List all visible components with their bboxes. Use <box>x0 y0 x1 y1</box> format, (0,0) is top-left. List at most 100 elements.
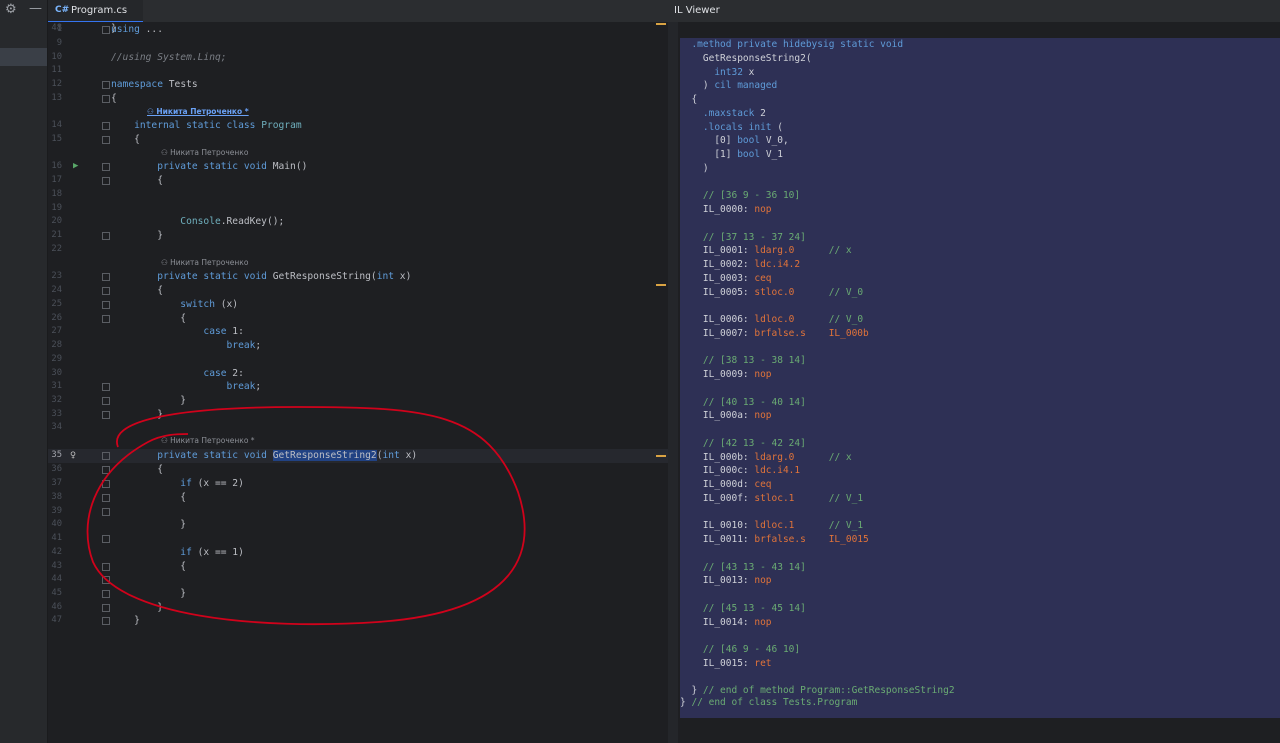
il-line: { <box>680 94 698 105</box>
author-hint[interactable]: ⚇ Никита Петроченко * <box>147 107 249 116</box>
fold-marker-icon[interactable] <box>102 122 110 130</box>
code-line-24[interactable]: 24 { <box>48 284 668 298</box>
fold-marker-icon[interactable] <box>102 494 110 502</box>
code-line-38[interactable]: 38 { <box>48 491 668 505</box>
il-viewer-panel[interactable]: .method private hidebysig static void Ge… <box>668 22 1280 743</box>
il-line: IL_0011: brfalse.s IL_0015 <box>680 534 869 545</box>
code-line-43[interactable]: 43 { <box>48 560 668 574</box>
code-line-33[interactable]: 33 } <box>48 408 668 422</box>
code-line-26[interactable]: 26 { <box>48 312 668 326</box>
warning-marker[interactable] <box>656 23 666 25</box>
code-text: if (x == 2) <box>111 478 244 489</box>
code-line-27[interactable]: 27 case 1: <box>48 325 668 339</box>
code-line-42[interactable]: 42 if (x == 1) <box>48 546 668 560</box>
fold-marker-icon[interactable] <box>102 604 110 612</box>
fold-marker-icon[interactable] <box>102 136 110 144</box>
fold-marker-icon[interactable] <box>102 287 110 295</box>
code-line-23[interactable]: 23 private static void GetResponseString… <box>48 270 668 284</box>
run-icon[interactable]: ▶ <box>73 160 78 174</box>
fold-marker-icon[interactable] <box>102 452 110 460</box>
code-line-22[interactable]: 22 <box>48 243 668 257</box>
code-line-31[interactable]: 31 break; <box>48 380 668 394</box>
code-line-44[interactable]: 44 <box>48 573 668 587</box>
code-line-21[interactable]: 21 } <box>48 229 668 243</box>
gear-icon[interactable]: ⚙ <box>5 2 17 17</box>
line-number: 36 <box>51 464 62 474</box>
code-line-30[interactable]: 30 case 2: <box>48 367 668 381</box>
fold-marker-icon[interactable] <box>102 466 110 474</box>
lightbulb-icon[interactable]: ♀ <box>70 449 76 463</box>
code-line-29[interactable]: 29 <box>48 353 668 367</box>
author-hint[interactable]: ⚇ Никита Петроченко * <box>161 436 255 445</box>
code-line-19[interactable]: 19 <box>48 202 668 216</box>
code-line-15[interactable]: 15 { <box>48 133 668 147</box>
code-line-20[interactable]: 20 Console.ReadKey(); <box>48 215 668 229</box>
line-number: 15 <box>51 134 62 144</box>
fold-marker-icon[interactable] <box>102 411 110 419</box>
code-line-41[interactable]: 41 <box>48 532 668 546</box>
author-hint[interactable]: ⚇ Никита Петроченко <box>161 258 248 267</box>
code-line-40[interactable]: 40 } <box>48 518 668 532</box>
fold-marker-icon[interactable] <box>102 383 110 391</box>
fold-marker-icon[interactable] <box>102 163 110 171</box>
code-line-10[interactable]: 10 //using System.Linq; <box>48 51 668 65</box>
code-text: Console.ReadKey(); <box>111 216 285 227</box>
warning-marker[interactable] <box>656 284 666 286</box>
line-number: 42 <box>51 547 62 557</box>
fold-marker-icon[interactable] <box>102 576 110 584</box>
code-line-39[interactable]: 39 <box>48 505 668 519</box>
il-line: // [37 13 - 37 24] <box>680 231 806 243</box>
code-line-12[interactable]: 12 namespace Tests <box>48 78 668 92</box>
author-hint[interactable]: ⚇ Никита Петроченко <box>161 148 248 157</box>
code-line-9[interactable]: 9 <box>48 37 668 51</box>
code-text: } <box>111 519 187 530</box>
code-line-37[interactable]: 37 if (x == 2) <box>48 477 668 491</box>
fold-marker-icon[interactable] <box>102 315 110 323</box>
code-line-28[interactable]: 28 break; <box>48 339 668 353</box>
line-number: 41 <box>51 533 62 543</box>
warning-marker[interactable] <box>656 455 666 457</box>
fold-marker-icon[interactable] <box>102 508 110 516</box>
code-line-45[interactable]: 45 } <box>48 587 668 601</box>
code-line-47[interactable]: 47 } <box>48 614 668 628</box>
line-number: 13 <box>51 93 62 103</box>
fold-marker-icon[interactable] <box>102 535 110 543</box>
code-line-34[interactable]: 34 <box>48 421 668 435</box>
fold-marker-icon[interactable] <box>102 81 110 89</box>
code-line-35[interactable]: 35 private static void GetResponseString… <box>48 449 668 463</box>
fold-marker-icon[interactable] <box>102 301 110 309</box>
code-text: private static void GetResponseString2(i… <box>111 450 418 461</box>
code-line-14[interactable]: 14 internal static class Program <box>48 119 668 133</box>
code-line-11[interactable]: 11 <box>48 64 668 78</box>
tab-program-cs[interactable]: C# Program.cs <box>48 0 143 23</box>
line-number: 20 <box>51 216 62 226</box>
line-number: 48 <box>51 23 62 33</box>
fold-marker-icon[interactable] <box>102 397 110 405</box>
fold-marker-icon[interactable] <box>102 232 110 240</box>
fold-marker-icon[interactable] <box>102 563 110 571</box>
il-line: [0] bool V_0, <box>680 135 789 147</box>
fold-marker-icon[interactable] <box>102 590 110 598</box>
code-line-36[interactable]: 36 { <box>48 463 668 477</box>
code-line-17[interactable]: 17 { <box>48 174 668 188</box>
minimize-icon[interactable]: — <box>29 1 42 16</box>
il-line: .method private hidebysig static void <box>680 39 904 50</box>
il-line: IL_0001: ldarg.0 // x <box>680 245 852 257</box>
fold-marker-icon[interactable] <box>102 95 110 103</box>
fold-marker-icon[interactable] <box>102 480 110 488</box>
line-number: 27 <box>51 326 62 336</box>
sidebar-toolbar: ⚙ — <box>0 0 47 22</box>
fold-marker-icon[interactable] <box>102 273 110 281</box>
fold-marker-icon[interactable] <box>102 177 110 185</box>
sidebar-selected-item[interactable] <box>0 48 47 66</box>
code-line-13[interactable]: 13 { <box>48 92 668 106</box>
code-line-32[interactable]: 32 } <box>48 394 668 408</box>
code-line-46[interactable]: 46 } <box>48 601 668 615</box>
code-line-18[interactable]: 18 <box>48 188 668 202</box>
code-line-48[interactable]: 48} <box>48 22 668 36</box>
code-line-16[interactable]: 16 private static void Main() ▶ <box>48 160 668 174</box>
fold-marker-icon[interactable] <box>102 617 110 625</box>
code-editor[interactable]: 1 using ... 9 10//using System.Linq; 11 12 nam… <box>48 22 668 743</box>
tab-label: Program.cs <box>71 5 128 16</box>
code-line-25[interactable]: 25 switch (x) <box>48 298 668 312</box>
